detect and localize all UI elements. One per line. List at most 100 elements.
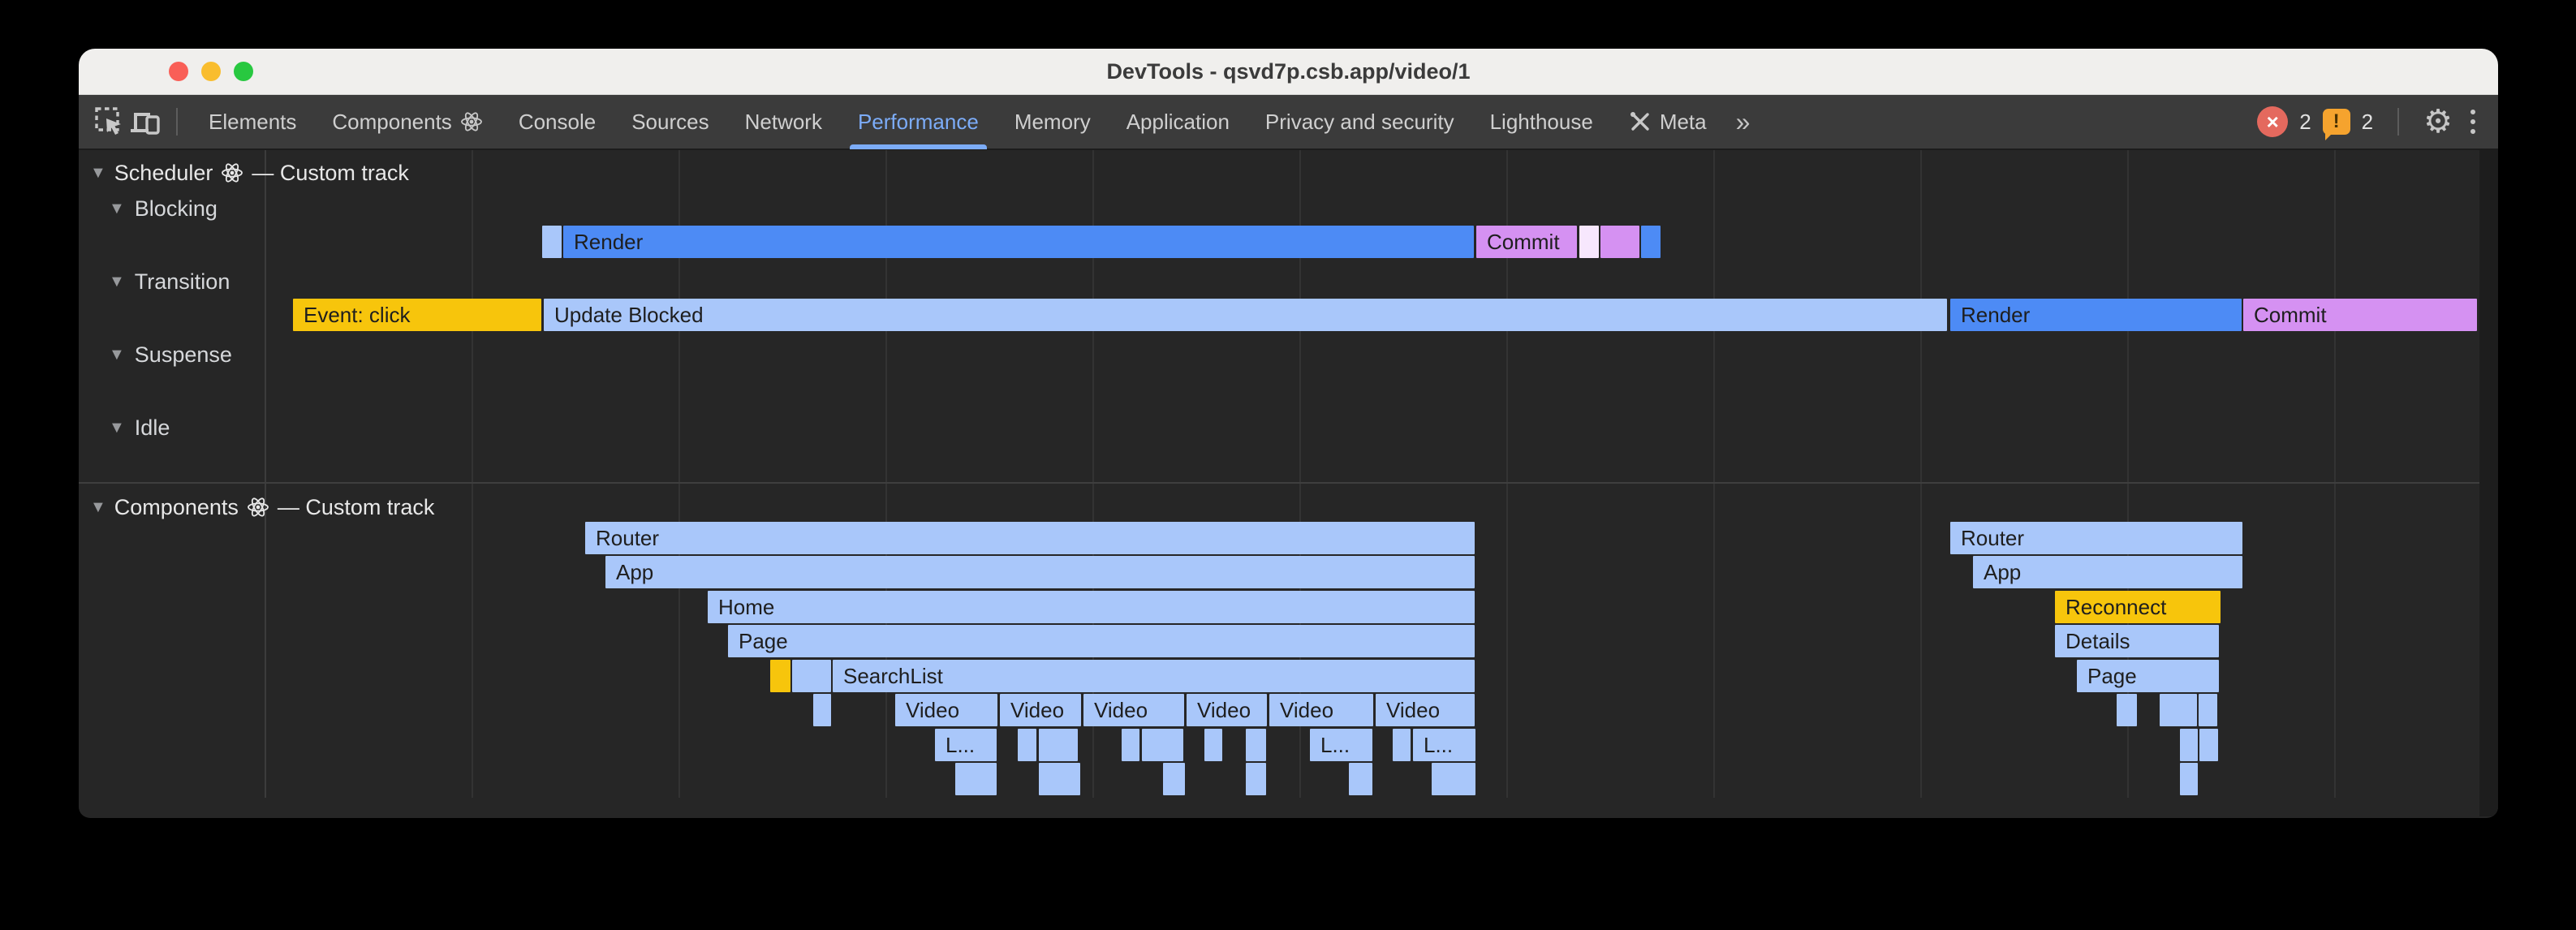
- flame-bar-segment[interactable]: [2180, 729, 2198, 761]
- selected-tab-underline: [850, 144, 987, 149]
- flame-bar-segment[interactable]: [770, 660, 790, 692]
- flame-bar-segment[interactable]: [1163, 763, 1185, 795]
- tab-elements[interactable]: Elements: [191, 94, 314, 149]
- flame-bar-segment[interactable]: [2180, 763, 2198, 795]
- flame-bar-segment[interactable]: [2160, 694, 2197, 726]
- warning-count: 2: [2362, 110, 2373, 135]
- flame-bar-commit[interactable]: Commit: [2243, 299, 2477, 331]
- flame-bar-details[interactable]: Details: [2055, 625, 2219, 657]
- tab-components[interactable]: Components: [314, 94, 500, 149]
- warning-badge-icon[interactable]: !: [2323, 109, 2350, 135]
- flame-bar-video[interactable]: Video: [1083, 694, 1184, 726]
- devtools-tabbar: Elements Components Console Sources Netw…: [79, 95, 2498, 150]
- flame-bar-segment[interactable]: [2199, 694, 2217, 726]
- flame-bar-router[interactable]: Router: [1950, 522, 2242, 554]
- flame-bar-render[interactable]: Render: [1950, 299, 2242, 331]
- flame-bar-segment[interactable]: [1600, 226, 1639, 258]
- timeline-gridline: [1713, 150, 1715, 798]
- timeline-gridline: [1920, 150, 1922, 798]
- flame-bar-video[interactable]: Video: [1187, 694, 1267, 726]
- flame-bar-segment[interactable]: [1039, 729, 1078, 761]
- flame-bar-app[interactable]: App: [1973, 556, 2242, 588]
- tab-meta[interactable]: Meta: [1611, 94, 1725, 149]
- tab-memory[interactable]: Memory: [997, 94, 1109, 149]
- scheduler-track-heading[interactable]: ▼ Scheduler — Custom track: [90, 160, 409, 186]
- flame-bar-segment[interactable]: [2199, 729, 2218, 761]
- react-atom-icon: [460, 110, 483, 133]
- flame-bar-segment[interactable]: [1579, 226, 1599, 258]
- react-atom-icon: [247, 496, 269, 519]
- tab-console[interactable]: Console: [501, 94, 614, 149]
- flame-bar-segment[interactable]: [1432, 763, 1475, 795]
- flame-bar-router[interactable]: Router: [585, 522, 1475, 554]
- flame-bar-segment[interactable]: [1641, 226, 1661, 258]
- flame-bar-segment[interactable]: [1349, 763, 1372, 795]
- scrollbar-gutter[interactable]: [2479, 150, 2498, 816]
- performance-timeline[interactable]: ▼ Scheduler — Custom track ▼ Blocking ▼ …: [79, 150, 2498, 816]
- toolbar-divider: [176, 108, 178, 136]
- flame-bar-l-[interactable]: L...: [935, 729, 997, 761]
- kebab-menu-icon[interactable]: [2464, 110, 2482, 134]
- flame-bar-segment[interactable]: [813, 694, 831, 726]
- flame-bar-segment[interactable]: [1122, 729, 1139, 761]
- devtools-window: DevTools - qsvd7p.csb.app/video/1 Elemen…: [79, 49, 2498, 818]
- toolbar-divider: [2397, 108, 2399, 136]
- track-section-divider: [79, 482, 2479, 484]
- flame-bar-segment[interactable]: [792, 660, 831, 692]
- timeline-gridline: [2334, 150, 2336, 798]
- timeline-gridline: [472, 150, 473, 798]
- flame-bar-segment[interactable]: [1039, 763, 1080, 795]
- flame-bar-video[interactable]: Video: [1376, 694, 1475, 726]
- flame-bar-segment[interactable]: [1246, 729, 1266, 761]
- flame-bar-searchlist[interactable]: SearchList: [833, 660, 1475, 692]
- flame-bar-render[interactable]: Render: [563, 226, 1474, 258]
- flame-bar-app[interactable]: App: [605, 556, 1475, 588]
- flame-bar-l-[interactable]: L...: [1310, 729, 1372, 761]
- tab-privacy-and-security[interactable]: Privacy and security: [1247, 94, 1472, 149]
- collapse-triangle-icon[interactable]: ▼: [90, 498, 106, 517]
- tab-application[interactable]: Application: [1109, 94, 1247, 149]
- flame-bar-segment[interactable]: [2117, 694, 2137, 726]
- flame-bar-page[interactable]: Page: [728, 625, 1475, 657]
- collapse-triangle-icon[interactable]: ▼: [90, 164, 106, 183]
- tab-lighthouse[interactable]: Lighthouse: [1472, 94, 1611, 149]
- subtrack-suspense[interactable]: ▼ Suspense: [109, 342, 232, 368]
- flame-bar-event-click[interactable]: Event: click: [293, 299, 541, 331]
- tab-sources[interactable]: Sources: [614, 94, 726, 149]
- collapse-triangle-icon[interactable]: ▼: [109, 200, 125, 218]
- flame-bar-segment[interactable]: [955, 763, 997, 795]
- flame-bar-segment[interactable]: [1204, 729, 1222, 761]
- subtrack-transition[interactable]: ▼ Transition: [109, 269, 230, 295]
- flame-bar-video[interactable]: Video: [1000, 694, 1081, 726]
- titlebar: DevTools - qsvd7p.csb.app/video/1: [79, 49, 2498, 95]
- flame-bar-segment[interactable]: [1246, 763, 1266, 795]
- flame-bar-update-blocked[interactable]: Update Blocked: [544, 299, 1947, 331]
- inspect-element-icon[interactable]: [92, 104, 127, 140]
- flame-bar-segment[interactable]: [1142, 729, 1183, 761]
- collapse-triangle-icon[interactable]: ▼: [109, 419, 125, 437]
- react-atom-icon: [221, 161, 243, 184]
- flame-bar-video[interactable]: Video: [895, 694, 997, 726]
- tab-performance[interactable]: Performance: [840, 94, 997, 149]
- flame-bar-segment[interactable]: [542, 226, 562, 258]
- flame-bar-segment[interactable]: [1393, 729, 1411, 761]
- flame-bar-commit[interactable]: Commit: [1476, 226, 1577, 258]
- more-tabs-chevron-icon[interactable]: »: [1725, 107, 1762, 137]
- tabbar-right-controls: × 2 ! 2 ⚙: [2257, 105, 2482, 138]
- collapse-triangle-icon[interactable]: ▼: [109, 346, 125, 364]
- flame-bar-page[interactable]: Page: [2077, 660, 2219, 692]
- settings-gear-icon[interactable]: ⚙: [2423, 105, 2453, 138]
- error-badge-icon[interactable]: ×: [2257, 106, 2288, 137]
- tab-network[interactable]: Network: [727, 94, 840, 149]
- flame-bar-reconnect[interactable]: Reconnect: [2055, 591, 2221, 623]
- subtrack-idle[interactable]: ▼ Idle: [109, 415, 170, 441]
- window-title: DevTools - qsvd7p.csb.app/video/1: [79, 49, 2498, 95]
- components-track-heading[interactable]: ▼ Components — Custom track: [90, 494, 434, 520]
- flame-bar-l-[interactable]: L...: [1413, 729, 1475, 761]
- subtrack-blocking[interactable]: ▼ Blocking: [109, 196, 218, 222]
- flame-bar-home[interactable]: Home: [708, 591, 1475, 623]
- flame-bar-segment[interactable]: [1018, 729, 1036, 761]
- device-toolbar-icon[interactable]: [127, 104, 163, 140]
- collapse-triangle-icon[interactable]: ▼: [109, 273, 125, 291]
- flame-bar-video[interactable]: Video: [1269, 694, 1373, 726]
